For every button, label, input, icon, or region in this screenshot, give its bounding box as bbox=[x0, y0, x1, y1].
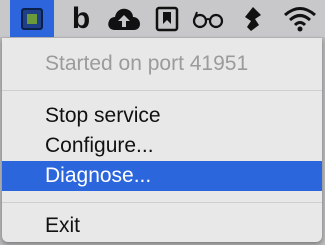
exit-label: Exit bbox=[45, 214, 81, 237]
cloud-upload-icon bbox=[108, 8, 140, 30]
pen-nib-item[interactable] bbox=[239, 0, 267, 37]
b-app-item[interactable]: b bbox=[66, 0, 96, 37]
menu-bar: b bbox=[0, 0, 325, 37]
menu-separator bbox=[2, 202, 322, 203]
wifi-item[interactable] bbox=[280, 0, 320, 37]
diagnose-label: Diagnose... bbox=[45, 164, 152, 187]
status-text: Started on port 41951 bbox=[45, 52, 249, 75]
glasses-icon bbox=[192, 11, 224, 28]
status-menu: Started on port 41951 Stop service Confi… bbox=[2, 38, 322, 242]
bookmark-item[interactable] bbox=[152, 0, 182, 37]
app-status-item[interactable] bbox=[10, 0, 54, 37]
wifi-icon bbox=[284, 6, 316, 31]
b-app-icon: b bbox=[71, 1, 91, 35]
pen-nib-icon bbox=[245, 6, 261, 31]
diagnose-item[interactable]: Diagnose... bbox=[2, 161, 322, 191]
cloud-upload-item[interactable] bbox=[104, 0, 144, 37]
configure-label: Configure... bbox=[45, 134, 154, 157]
bookmark-icon bbox=[155, 6, 179, 31]
glasses-item[interactable] bbox=[190, 0, 226, 37]
stop-service-label: Stop service bbox=[45, 104, 161, 127]
app-status-icon bbox=[21, 7, 43, 30]
menu-separator bbox=[2, 90, 322, 91]
